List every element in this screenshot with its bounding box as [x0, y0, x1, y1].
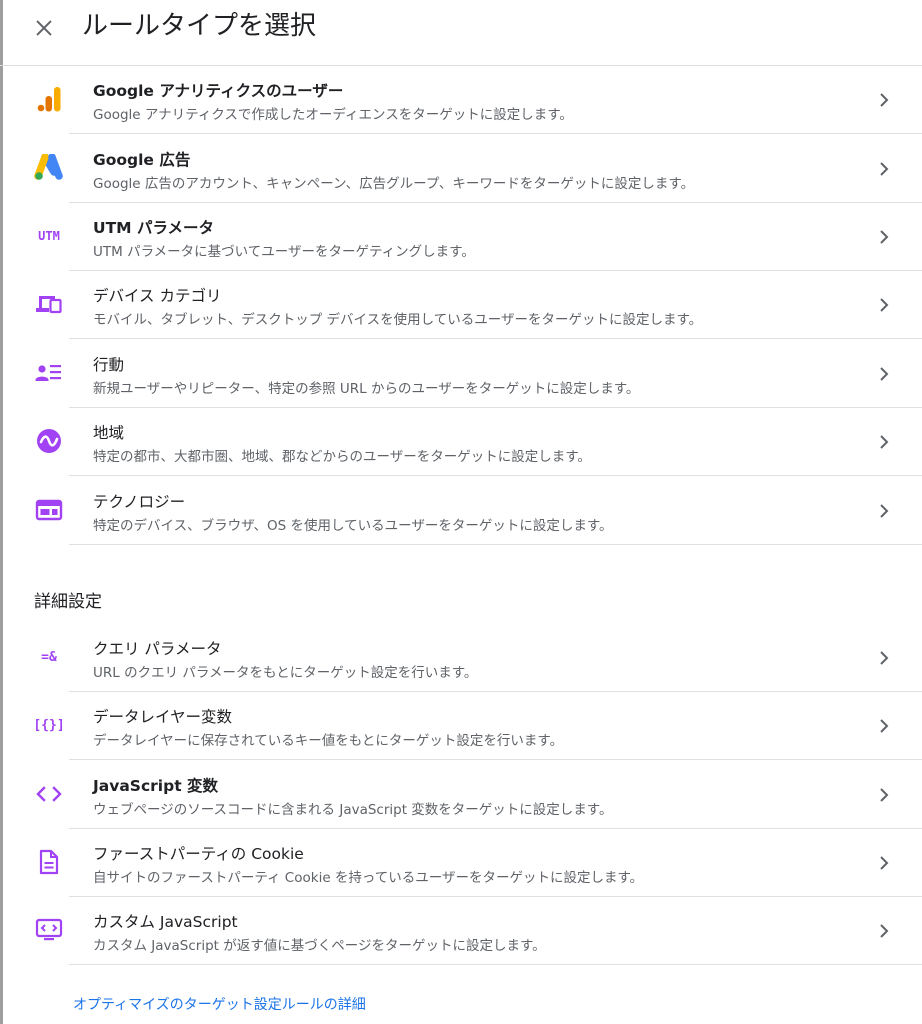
rule-description: ウェブページのソースコードに含まれる JavaScript 変数をターゲットに設… — [93, 802, 613, 818]
rule-title: データレイヤー変数 — [93, 708, 233, 726]
rule-title: 地域 — [93, 424, 125, 442]
rule-description: 自サイトのファーストパーティ Cookie を持っているユーザーをターゲットに設… — [93, 870, 644, 886]
query-param-icon-label: =& — [41, 649, 57, 665]
close-icon — [36, 20, 52, 36]
rule-description: URL のクエリ パラメータをもとにターゲット設定を行います。 — [93, 665, 478, 681]
rule-item-behavior[interactable]: 行動 新規ユーザーやリピーター、特定の参照 URL からのユーザーをターゲットに… — [0, 340, 922, 408]
rule-title: デバイス カテゴリ — [93, 287, 222, 305]
geo-icon — [32, 426, 66, 456]
rule-description: モバイル、タブレット、デスクトップ デバイスを使用しているユーザーをターゲットに… — [93, 312, 703, 328]
chevron-right-icon — [874, 785, 894, 805]
chevron-right-icon — [874, 364, 894, 384]
dialog-title: ルールタイプを選択 — [82, 11, 317, 41]
google-analytics-icon — [32, 84, 66, 114]
rule-item-query-parameter[interactable]: =& クエリ パラメータ URL のクエリ パラメータをもとにターゲット設定を行… — [0, 624, 922, 692]
chevron-right-icon — [874, 90, 894, 110]
row-divider — [69, 338, 922, 339]
chevron-right-icon — [874, 159, 894, 179]
rule-title: テクノロジー — [93, 493, 186, 511]
rule-description: Google 広告のアカウント、キャンペーン、広告グループ、キーワードをターゲッ… — [93, 176, 695, 192]
chevron-right-icon — [874, 716, 894, 736]
code-icon — [32, 779, 66, 809]
rule-title: カスタム JavaScript — [93, 913, 238, 931]
chevron-right-icon — [874, 295, 894, 315]
close-button[interactable] — [28, 12, 60, 44]
data-layer-icon-label: [{}] — [33, 717, 65, 733]
chevron-right-icon — [874, 648, 894, 668]
rule-title: Google 広告 — [93, 151, 191, 169]
rule-description: UTM パラメータに基づいてユーザーをターゲティングします。 — [93, 244, 475, 260]
rule-title: 行動 — [93, 356, 125, 374]
row-divider — [69, 133, 922, 134]
rule-description: データレイヤーに保存されているキー値をもとにターゲット設定を行います。 — [93, 733, 564, 749]
row-divider — [69, 475, 922, 476]
rule-description: 新規ユーザーやリピーター、特定の参照 URL からのユーザーをターゲットに設定し… — [93, 381, 640, 397]
technology-icon — [32, 495, 66, 525]
custom-js-icon — [32, 915, 66, 945]
query-param-icon: =& — [32, 642, 66, 672]
rule-title: クエリ パラメータ — [93, 640, 222, 658]
rule-item-google-ads[interactable]: Google 広告 Google 広告のアカウント、キャンペーン、広告グループ、… — [0, 135, 922, 203]
rule-item-data-layer-variable[interactable]: [{}] データレイヤー変数 データレイヤーに保存されているキー値をもとにターゲ… — [0, 692, 922, 760]
dialog-header: ルールタイプを選択 — [0, 0, 922, 66]
chevron-right-icon — [874, 432, 894, 452]
rule-item-device-category[interactable]: デバイス カテゴリ モバイル、タブレット、デスクトップ デバイスを使用しているユ… — [0, 271, 922, 339]
rule-type-dialog: ルールタイプを選択 Google アナリティクスのユーザー Google アナリ… — [0, 0, 922, 1024]
rule-description: Google アナリティクスで作成したオーディエンスをターゲットに設定します。 — [93, 107, 573, 123]
targeting-rules-help-link[interactable]: オプティマイズのターゲット設定ルールの詳細 — [73, 994, 366, 1014]
utm-icon: UTM — [32, 221, 66, 251]
row-divider — [69, 544, 922, 545]
devices-icon — [32, 289, 66, 319]
chevron-right-icon — [874, 921, 894, 941]
utm-icon-label: UTM — [38, 229, 60, 243]
rule-title: JavaScript 変数 — [93, 777, 218, 795]
rule-title: ファーストパーティの Cookie — [93, 845, 304, 863]
google-ads-icon — [32, 153, 66, 183]
behavior-icon — [32, 358, 66, 388]
rule-title: Google アナリティクスのユーザー — [93, 82, 344, 100]
rule-item-utm-parameter[interactable]: UTM UTM パラメータ UTM パラメータに基づいてユーザーをターゲティング… — [0, 203, 922, 271]
row-divider — [69, 759, 922, 760]
rule-item-custom-javascript[interactable]: カスタム JavaScript カスタム JavaScript が返す値に基づく… — [0, 897, 922, 965]
chevron-right-icon — [874, 501, 894, 521]
rule-description: 特定のデバイス、ブラウザ、OS を使用しているユーザーをターゲットに設定します。 — [93, 518, 613, 534]
rule-item-javascript-variable[interactable]: JavaScript 変数 ウェブページのソースコードに含まれる JavaScr… — [0, 761, 922, 829]
chevron-right-icon — [874, 227, 894, 247]
rule-item-geo[interactable]: 地域 特定の都市、大都市圏、地域、郡などからのユーザーをターゲットに設定します。 — [0, 408, 922, 476]
rule-item-first-party-cookie[interactable]: ファーストパーティの Cookie 自サイトのファーストパーティ Cookie … — [0, 829, 922, 897]
cookie-doc-icon — [32, 847, 66, 877]
advanced-section-heading: 詳細設定 — [34, 592, 102, 612]
row-divider — [69, 964, 922, 965]
rule-item-technology[interactable]: テクノロジー 特定のデバイス、ブラウザ、OS を使用しているユーザーをターゲット… — [0, 477, 922, 545]
rule-item-google-analytics[interactable]: Google アナリティクスのユーザー Google アナリティクスで作成したオ… — [0, 66, 922, 134]
rule-title: UTM パラメータ — [93, 219, 215, 237]
data-layer-icon: [{}] — [32, 710, 66, 740]
chevron-right-icon — [874, 853, 894, 873]
rule-description: 特定の都市、大都市圏、地域、郡などからのユーザーをターゲットに設定します。 — [93, 449, 591, 465]
rule-description: カスタム JavaScript が返す値に基づくページをターゲットに設定します。 — [93, 938, 546, 954]
